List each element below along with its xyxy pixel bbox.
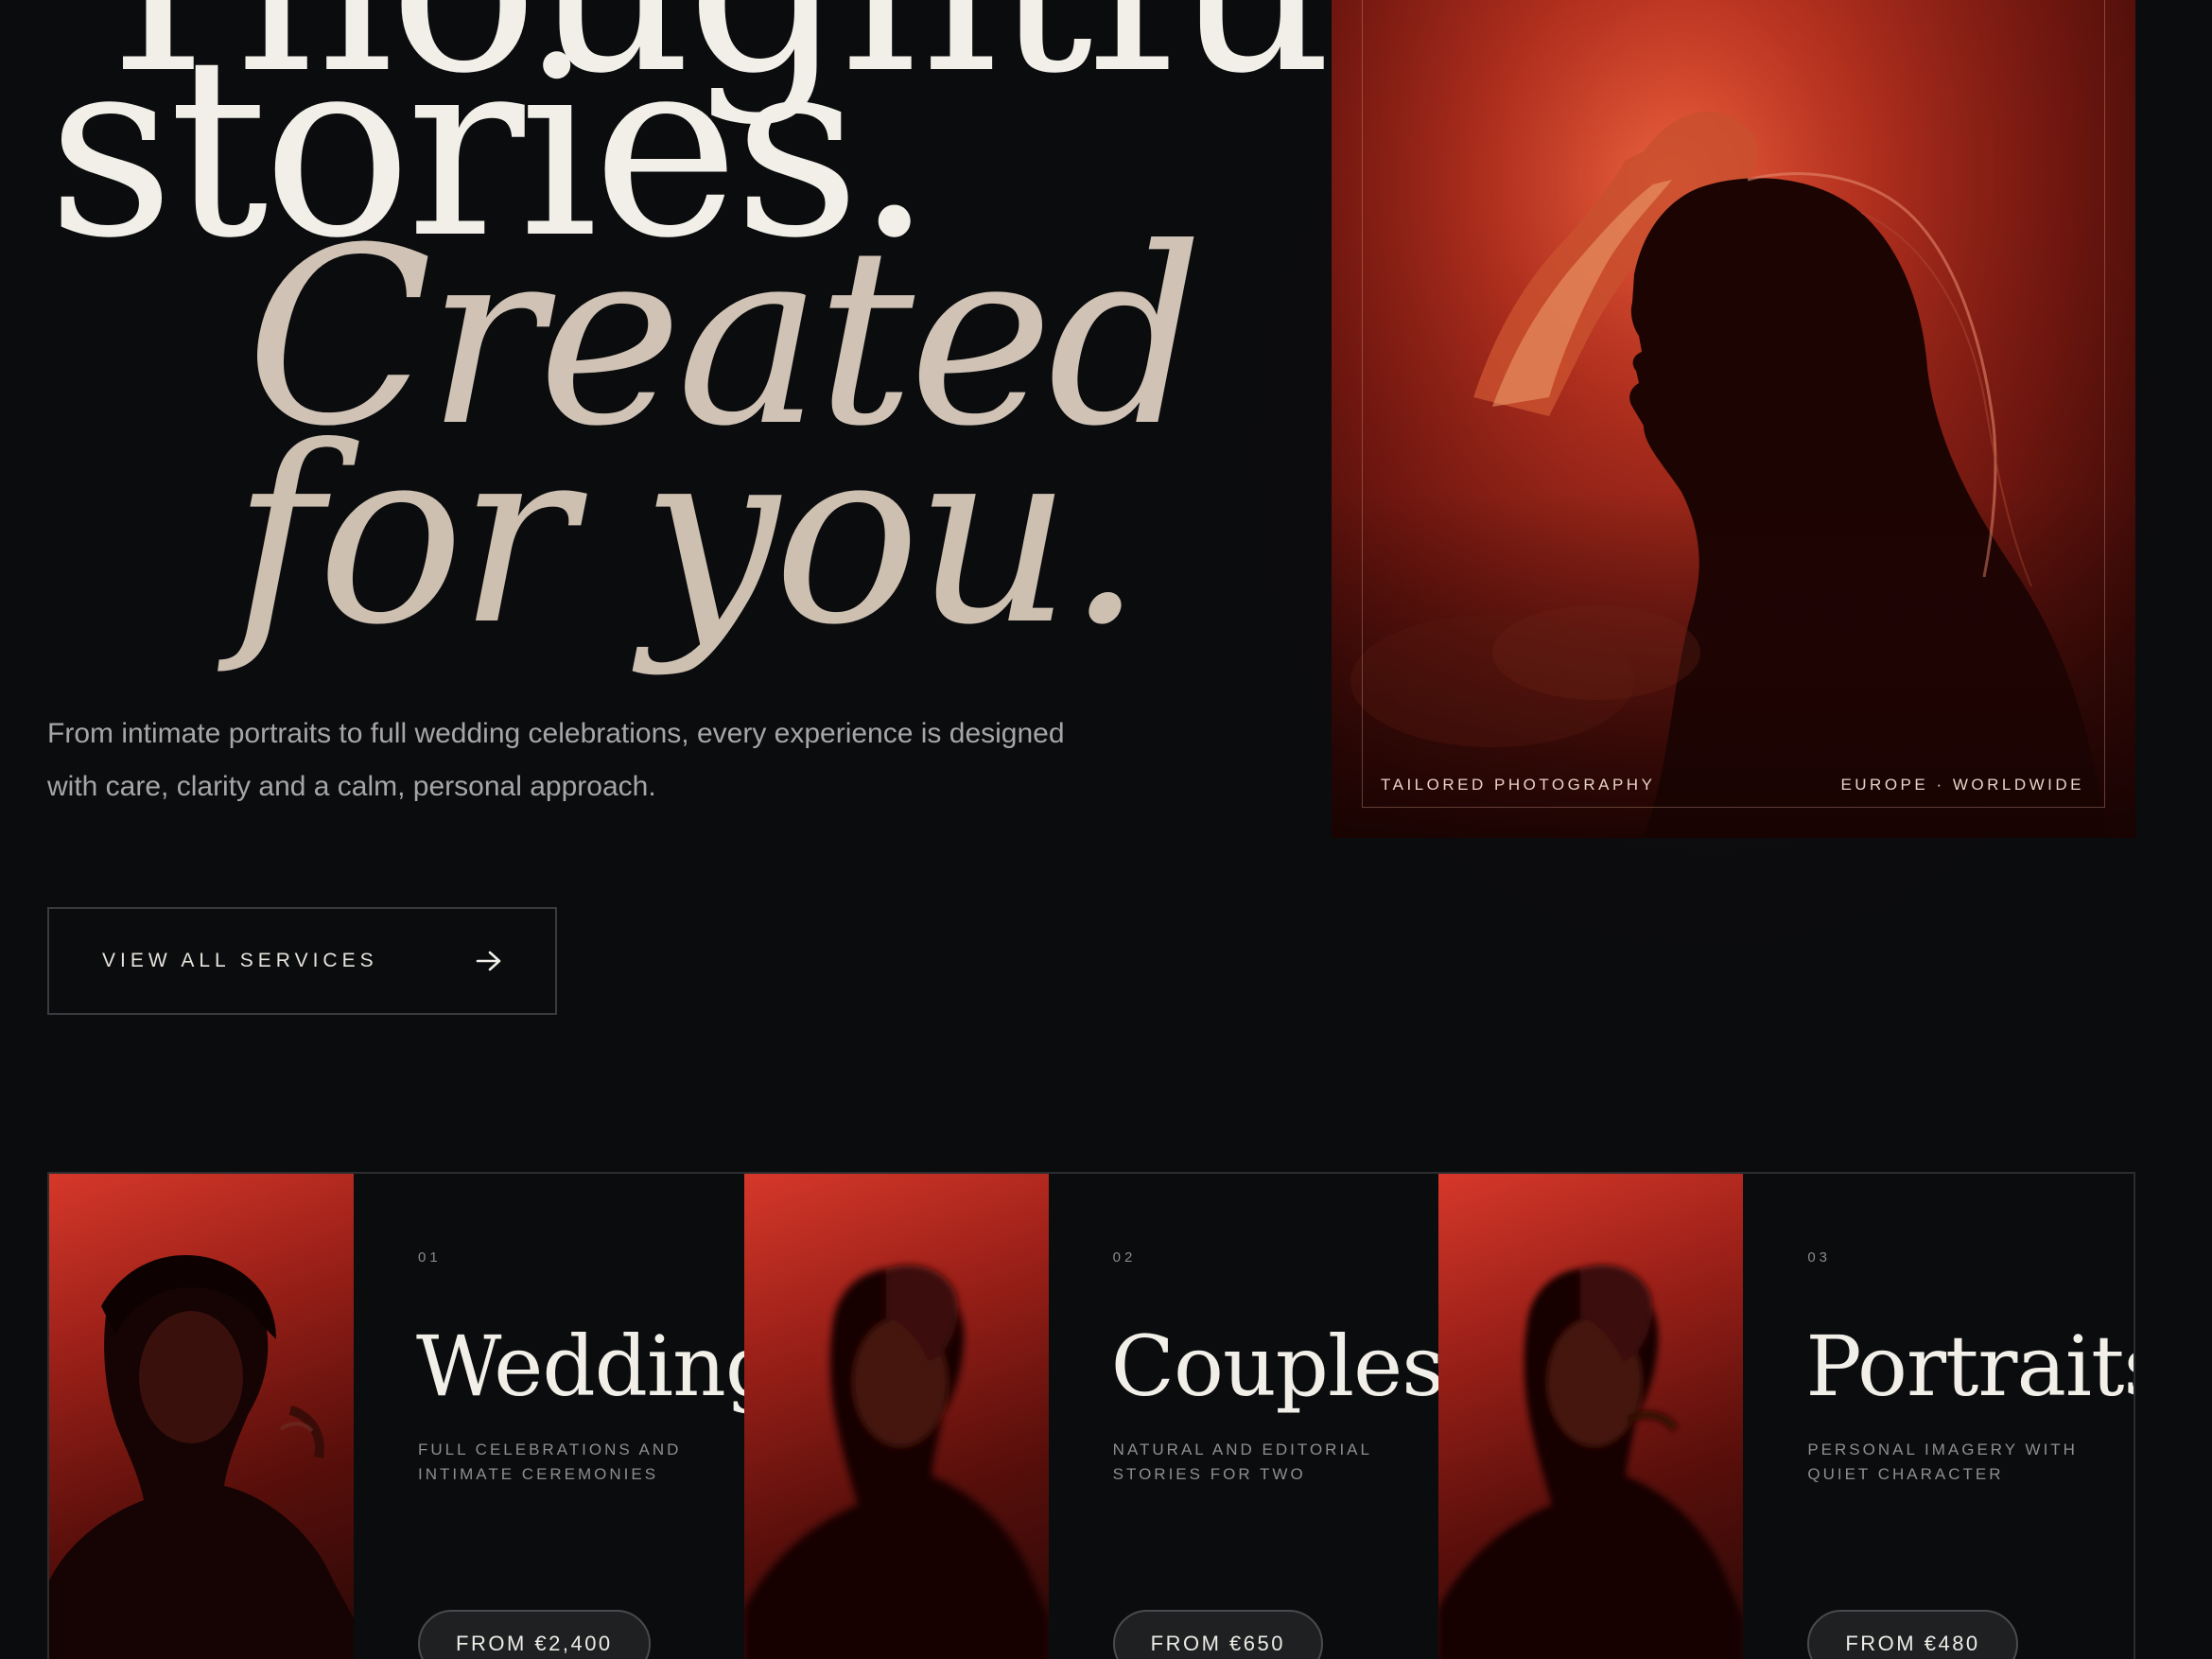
service-number: 02 <box>1112 1249 1137 1266</box>
view-all-services-button[interactable]: VIEW ALL SERVICES <box>47 907 557 1015</box>
services-grid: 01 Weddings FULL CELEBRATIONS AND INTIMA… <box>47 1172 2135 1659</box>
service-photo-portraits <box>1438 1174 1744 1659</box>
arrow-right-icon <box>476 950 502 972</box>
headline-line-4: for you. <box>233 394 1143 678</box>
hero-caption-right: EUROPE · WORLDWIDE <box>1840 776 2084 794</box>
service-number: 03 <box>1807 1249 1832 1266</box>
hero-lede: From intimate portraits to full wedding … <box>47 718 1065 802</box>
weddings-portrait-photo <box>49 1254 354 1659</box>
portraits-portrait-photo <box>1438 1265 1744 1659</box>
service-card-weddings[interactable]: 01 Weddings FULL CELEBRATIONS AND INTIMA… <box>49 1174 744 1659</box>
service-price-button[interactable]: FROM €650 <box>1112 1610 1323 1659</box>
service-body-weddings: 01 Weddings FULL CELEBRATIONS AND INTIMA… <box>354 1174 744 1659</box>
service-photo-weddings <box>49 1174 354 1659</box>
service-body-portraits: 03 Portraits PERSONAL IMAGERY WITH QUIET… <box>1743 1174 2134 1659</box>
service-title: Weddings <box>416 1318 744 1415</box>
service-card-couples[interactable]: 02 Couples NATURAL AND EDITORIAL STORIES… <box>743 1174 1439 1659</box>
service-title: Portraits <box>1805 1318 2134 1415</box>
view-all-services-label: VIEW ALL SERVICES <box>102 950 378 971</box>
service-card-portraits[interactable]: 03 Portraits PERSONAL IMAGERY WITH QUIET… <box>1438 1174 2134 1659</box>
hero-caption-left: TAILORED PHOTOGRAPHY <box>1381 776 1656 794</box>
service-number: 01 <box>418 1249 442 1266</box>
service-photo-couples <box>743 1174 1049 1659</box>
service-price-button[interactable]: FROM €2,400 <box>418 1610 651 1659</box>
couples-portrait-photo <box>743 1265 1049 1659</box>
page: Thoughtful stories. Created for you. Fro… <box>0 0 2212 1659</box>
hero-image: TAILORED PHOTOGRAPHY EUROPE · WORLDWIDE <box>1332 0 2135 838</box>
service-body-couples: 02 Couples NATURAL AND EDITORIAL STORIES… <box>1049 1174 1439 1659</box>
service-description: PERSONAL IMAGERY WITH QUIET CHARACTER <box>1807 1441 2078 1483</box>
service-price-button[interactable]: FROM €480 <box>1807 1610 2018 1659</box>
service-description: NATURAL AND EDITORIAL STORIES FOR TWO <box>1112 1441 1372 1483</box>
service-title: Couples <box>1110 1318 1439 1415</box>
hero-photo-silhouette <box>1332 0 2135 838</box>
service-description: FULL CELEBRATIONS AND INTIMATE CEREMONIE… <box>418 1441 682 1483</box>
